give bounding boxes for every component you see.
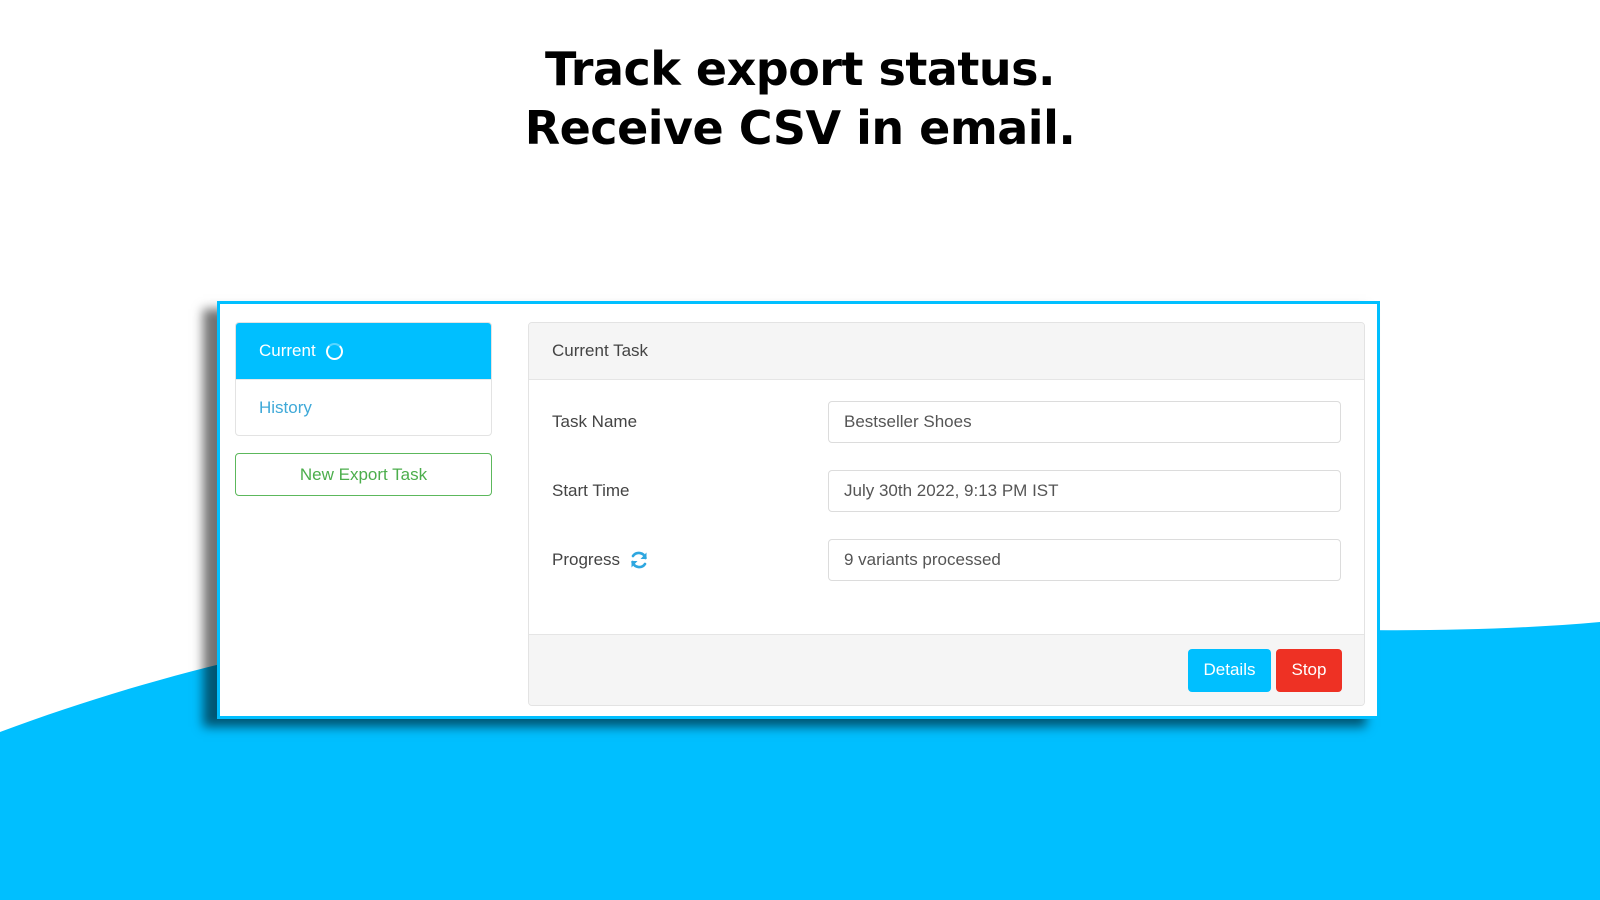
sidebar-nav: Current History <box>235 322 492 436</box>
panel-footer: Details Stop <box>529 634 1364 705</box>
progress-label: Progress <box>552 550 828 570</box>
field-label: Progress <box>552 550 621 569</box>
sidebar-item-label: History <box>259 397 312 417</box>
sidebar-item-history[interactable]: History <box>236 379 491 435</box>
spinner-icon <box>325 342 343 360</box>
headline-line-2: Receive CSV in email. <box>524 101 1076 155</box>
sidebar: Current History New Export Task <box>235 322 492 496</box>
app-window: Current History New Export Task Current … <box>217 301 1380 719</box>
sidebar-item-current[interactable]: Current <box>236 323 491 379</box>
start-time-row: Start Time July 30th 2022, 9:13 PM IST <box>552 469 1341 513</box>
current-task-panel: Current Task Task Name Bestseller Shoes … <box>528 322 1365 706</box>
sidebar-item-label: Current <box>259 341 316 360</box>
progress-row: Progress 9 variants processed <box>552 538 1341 582</box>
headline: Track export status. Receive CSV in emai… <box>0 40 1600 158</box>
headline-line-1: Track export status. <box>544 42 1056 96</box>
start-time-field[interactable]: July 30th 2022, 9:13 PM IST <box>828 470 1341 512</box>
new-export-task-button[interactable]: New Export Task <box>235 453 492 496</box>
panel-title: Current Task <box>529 323 1364 380</box>
field-label: Task Name <box>552 412 638 431</box>
field-label: Start Time <box>552 481 630 500</box>
progress-field[interactable]: 9 variants processed <box>828 539 1341 581</box>
start-time-label: Start Time <box>552 481 828 501</box>
details-button[interactable]: Details <box>1188 648 1271 692</box>
stop-button[interactable]: Stop <box>1276 648 1342 692</box>
task-name-label: Task Name <box>552 412 828 432</box>
task-name-row: Task Name Bestseller Shoes <box>552 400 1341 444</box>
refresh-icon[interactable] <box>629 550 649 570</box>
task-name-field[interactable]: Bestseller Shoes <box>828 401 1341 443</box>
